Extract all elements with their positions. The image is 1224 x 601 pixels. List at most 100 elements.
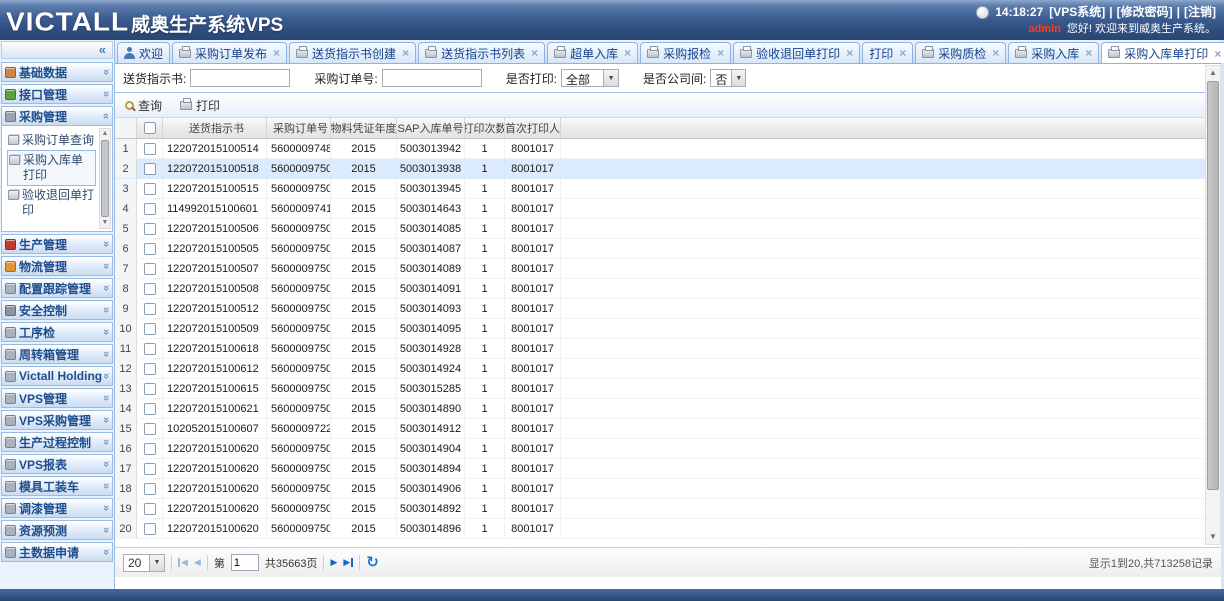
- sidebar-group-header[interactable]: 工序检 »: [1, 322, 113, 342]
- row-checkbox[interactable]: [144, 223, 156, 235]
- sidebar-group-header[interactable]: 采购管理 »: [1, 106, 113, 126]
- page-number-input[interactable]: [231, 554, 259, 571]
- delivery-note-input[interactable]: [190, 69, 290, 87]
- column-header[interactable]: 采购订单号: [267, 118, 331, 138]
- close-icon[interactable]: ×: [717, 48, 724, 58]
- table-row[interactable]: 17 1220720151006205600009750201550030148…: [115, 459, 1224, 479]
- tab[interactable]: 送货指示书创建 ×: [289, 42, 416, 63]
- close-icon[interactable]: ×: [899, 48, 906, 58]
- sidebar-group-header[interactable]: Victall Holding »: [1, 366, 113, 386]
- row-checkbox[interactable]: [144, 483, 156, 495]
- row-checkbox[interactable]: [144, 283, 156, 295]
- table-row[interactable]: 4 11499201510060156000097412015500301464…: [115, 199, 1224, 219]
- sidebar-group-header[interactable]: VPS采购管理 »: [1, 410, 113, 430]
- refresh-icon[interactable]: ↻: [366, 555, 379, 570]
- row-checkbox[interactable]: [144, 323, 156, 335]
- close-icon[interactable]: ×: [273, 48, 280, 58]
- last-page-button[interactable]: ▶: [343, 558, 353, 567]
- table-row[interactable]: 13 1220720151006155600009750201550030152…: [115, 379, 1224, 399]
- sidebar-submenu-item[interactable]: 验收退回单打印: [7, 186, 96, 220]
- row-checkbox[interactable]: [144, 143, 156, 155]
- table-row[interactable]: 8 12207201510050856000097502015500301409…: [115, 279, 1224, 299]
- link-logout[interactable]: [注销]: [1184, 4, 1216, 21]
- row-checkbox[interactable]: [144, 403, 156, 415]
- column-header[interactable]: 送货指示书: [163, 118, 267, 138]
- row-checkbox[interactable]: [144, 443, 156, 455]
- tab[interactable]: 打印 ×: [862, 42, 913, 63]
- sidebar-group-header[interactable]: 模具工装车 »: [1, 476, 113, 496]
- tab[interactable]: 采购入库 ×: [1008, 42, 1099, 63]
- column-header[interactable]: SAP入库单号: [397, 118, 465, 138]
- sidebar-group-header[interactable]: 物流管理 »: [1, 256, 113, 276]
- close-icon[interactable]: ×: [624, 48, 631, 58]
- close-icon[interactable]: ×: [402, 48, 409, 58]
- scroll-thumb[interactable]: [1207, 81, 1219, 490]
- table-row[interactable]: 14 1220720151006215600009750201550030148…: [115, 399, 1224, 419]
- tab[interactable]: 采购订单发布 ×: [172, 42, 287, 63]
- row-checkbox[interactable]: [144, 303, 156, 315]
- link-change-password[interactable]: [修改密码]: [1117, 4, 1173, 21]
- table-row[interactable]: 19 1220720151006205600009750201550030148…: [115, 499, 1224, 519]
- select-all-checkbox[interactable]: [144, 122, 156, 134]
- table-row[interactable]: 3 12207201510051556000097502015500301394…: [115, 179, 1224, 199]
- table-row[interactable]: 20 1220720151006205600009750201550030148…: [115, 519, 1224, 539]
- column-header[interactable]: 物料凭证年度: [331, 118, 397, 138]
- table-row[interactable]: 12 1220720151006125600009750201550030149…: [115, 359, 1224, 379]
- row-checkbox[interactable]: [144, 503, 156, 515]
- next-page-button[interactable]: ▶: [330, 558, 337, 567]
- sidebar-group-header[interactable]: 生产管理 »: [1, 234, 113, 254]
- tab[interactable]: 送货指示书列表 ×: [418, 42, 545, 63]
- sidebar-group-header[interactable]: 周转箱管理 »: [1, 344, 113, 364]
- row-checkbox[interactable]: [144, 243, 156, 255]
- tab[interactable]: 欢迎: [117, 42, 170, 63]
- vertical-scrollbar[interactable]: ▲ ▼: [1205, 65, 1221, 545]
- sidebar-group-header[interactable]: 调漆管理 »: [1, 498, 113, 518]
- table-row[interactable]: 18 1220720151006205600009750201550030149…: [115, 479, 1224, 499]
- scroll-down-icon[interactable]: ▼: [1209, 530, 1217, 544]
- scroll-up-icon[interactable]: ▲: [102, 129, 109, 139]
- prev-page-button[interactable]: ◀: [194, 558, 201, 567]
- column-header[interactable]: 打印次数: [465, 118, 505, 138]
- column-header[interactable]: 首次打印人: [505, 118, 561, 138]
- table-row[interactable]: 15 1020520151006075600009722201550030149…: [115, 419, 1224, 439]
- table-row[interactable]: 10 1220720151005095600009750201550030140…: [115, 319, 1224, 339]
- first-page-button[interactable]: ◀: [178, 558, 188, 567]
- close-icon[interactable]: ×: [992, 48, 999, 58]
- sidebar-submenu-item[interactable]: 采购入库单打印: [7, 150, 96, 186]
- sidebar-group-header[interactable]: 生产过程控制 »: [1, 432, 113, 452]
- sidebar-group-header[interactable]: 安全控制 »: [1, 300, 113, 320]
- row-checkbox[interactable]: [144, 463, 156, 475]
- link-vps-system[interactable]: [VPS系统]: [1049, 4, 1105, 21]
- scroll-down-icon[interactable]: ▼: [102, 218, 109, 228]
- sidebar-group-header[interactable]: 资源预测 »: [1, 520, 113, 540]
- query-button[interactable]: 查询: [121, 95, 166, 116]
- table-row[interactable]: 5 12207201510050656000097502015500301408…: [115, 219, 1224, 239]
- row-checkbox[interactable]: [144, 383, 156, 395]
- sidebar-submenu-item[interactable]: 采购订单查询: [7, 131, 96, 150]
- table-row[interactable]: 2 12207201510051856000097502015500301393…: [115, 159, 1224, 179]
- table-row[interactable]: 9 12207201510051256000097502015500301409…: [115, 299, 1224, 319]
- print-button[interactable]: 打印: [176, 95, 224, 116]
- page-size-select[interactable]: 20 ▼: [123, 554, 165, 572]
- collapse-sidebar-icon[interactable]: «: [1, 41, 113, 59]
- table-row[interactable]: 7 12207201510050756000097502015500301408…: [115, 259, 1224, 279]
- tab[interactable]: 采购质检 ×: [915, 42, 1006, 63]
- sidebar-group-header[interactable]: 主数据申请 »: [1, 542, 113, 562]
- table-row[interactable]: 11 1220720151006185600009750201550030149…: [115, 339, 1224, 359]
- tab[interactable]: 验收退回单打印 ×: [733, 42, 860, 63]
- tab[interactable]: 采购报检 ×: [640, 42, 731, 63]
- row-checkbox[interactable]: [144, 163, 156, 175]
- sidebar-group-header[interactable]: 接口管理 »: [1, 84, 113, 104]
- row-checkbox[interactable]: [144, 183, 156, 195]
- scroll-up-icon[interactable]: ▲: [1209, 66, 1217, 80]
- row-checkbox[interactable]: [144, 263, 156, 275]
- sidebar-group-header[interactable]: VPS管理 »: [1, 388, 113, 408]
- row-checkbox[interactable]: [144, 523, 156, 535]
- table-row[interactable]: 16 1220720151006205600009750201550030149…: [115, 439, 1224, 459]
- tab[interactable]: 超单入库 ×: [547, 42, 638, 63]
- sidebar-group-header[interactable]: VPS报表 »: [1, 454, 113, 474]
- row-checkbox[interactable]: [144, 203, 156, 215]
- close-icon[interactable]: ×: [846, 48, 853, 58]
- row-checkbox[interactable]: [144, 343, 156, 355]
- close-icon[interactable]: ×: [531, 48, 538, 58]
